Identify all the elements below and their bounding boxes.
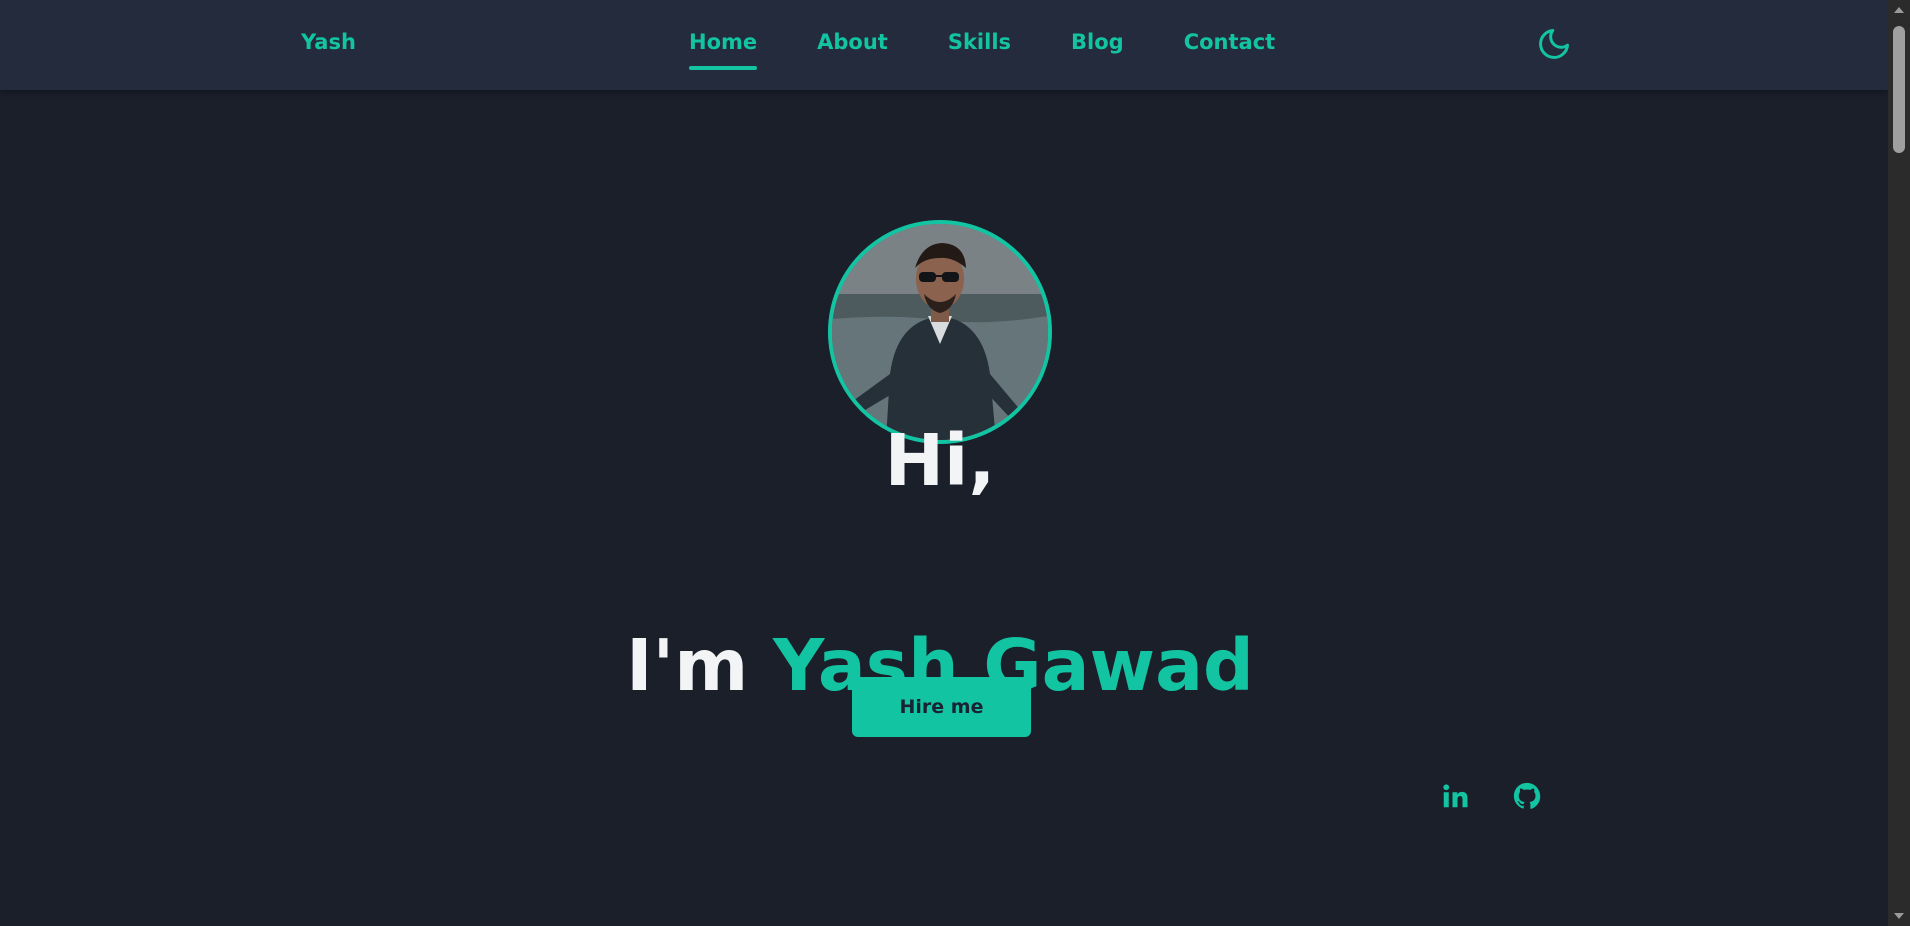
profile-photo <box>828 220 1052 444</box>
nav-link-skills[interactable]: Skills <box>948 30 1011 54</box>
logo-link[interactable]: Yash <box>301 30 356 54</box>
theme-toggle-button[interactable] <box>1536 26 1572 62</box>
nav-link-blog[interactable]: Blog <box>1071 30 1124 54</box>
nav-menu: Home About Skills Blog Contact <box>689 30 1276 70</box>
nav-link-contact[interactable]: Contact <box>1184 30 1276 54</box>
scroll-down-arrow-icon[interactable] <box>1894 913 1904 919</box>
scroll-thumb[interactable] <box>1893 26 1905 153</box>
github-link[interactable] <box>1512 781 1542 811</box>
scroll-up-arrow-icon[interactable] <box>1894 7 1904 13</box>
profile-photo-art <box>832 224 1048 440</box>
navbar: Yash Home About Skills Blog Contact <box>0 0 1888 90</box>
hire-me-button[interactable]: Hire me <box>852 677 1031 737</box>
moon-icon <box>1539 29 1569 59</box>
linkedin-link[interactable] <box>1440 781 1470 811</box>
nav-link-about[interactable]: About <box>817 30 888 54</box>
nav-link-home[interactable]: Home <box>689 30 758 70</box>
linkedin-icon <box>1443 784 1468 808</box>
greeting-heading: Hi, <box>884 419 996 502</box>
intro-text: I'm <box>626 624 749 707</box>
github-icon <box>1513 782 1541 809</box>
page-scrollbar[interactable] <box>1888 0 1910 926</box>
hero-section <box>0 90 1888 926</box>
portfolio-page: Yash Home About Skills Blog Contact Hi, … <box>0 0 1910 926</box>
